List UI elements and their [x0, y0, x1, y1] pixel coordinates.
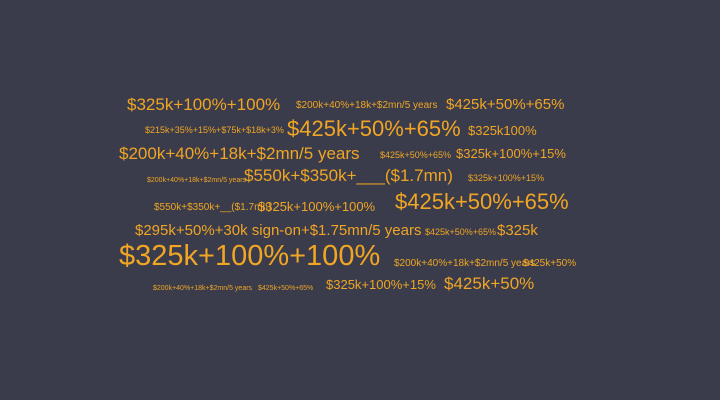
word-cloud-item: $425k+50%+65% [258, 285, 314, 292]
word-cloud-item: $200k+40%+18k+$2mn/5 years [394, 258, 536, 269]
word-cloud-item: $325k [497, 222, 538, 239]
word-cloud-item: $200k+40%+18k+$2mn/5 years [296, 100, 438, 111]
word-cloud-item: $325k+100%+15% [456, 146, 566, 161]
word-cloud-item: $425k+50%+65% [446, 96, 565, 113]
word-cloud-item: $325k+100%+15% [468, 173, 545, 183]
word-cloud: $325k+100%+100% $200k+40%+18k+$2mn/5 yea… [0, 0, 720, 400]
word-cloud-item: $425k+50% [444, 274, 535, 293]
word-cloud-item: $200k+40%+18k+$2mn/5 years [119, 144, 360, 163]
word-cloud-item: $425k+50% [523, 258, 577, 269]
word-cloud-item: $325k+100%+100% [127, 95, 281, 114]
word-cloud-item: $325k100% [468, 123, 537, 138]
word-cloud-item: $425k+50%+65% [395, 189, 569, 214]
word-cloud-item: $200k+40%+18k+$2mn/5 years [153, 285, 253, 292]
word-cloud-item: $325k+100%+15% [326, 277, 436, 292]
word-cloud-item: $200k+40%+18k+$2mn/5 years [147, 177, 247, 184]
word-cloud-item: $215k+35%+15%+$75k+$18k+3% [145, 125, 284, 135]
word-cloud-item: $550k+$350k+___($1.7mn) [244, 166, 453, 185]
word-cloud-item: $295k+50%+30k sign-on+$1.75mn/5 years [135, 222, 422, 239]
word-cloud-item: $425k+50%+65% [287, 116, 461, 141]
word-cloud-item: $325k+100%+100% [258, 199, 376, 214]
word-cloud-item: $325k+100%+100% [119, 240, 381, 272]
word-cloud-item: $550k+$350k+__($1.7mn) [154, 202, 272, 213]
word-cloud-item: $425k+50%+65% [380, 150, 452, 160]
word-cloud-item: $425k+50%+65% [425, 227, 497, 237]
